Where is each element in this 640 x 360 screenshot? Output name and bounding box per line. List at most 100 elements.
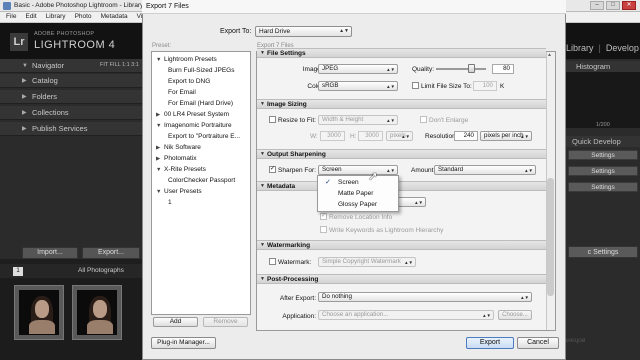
preset-group-lightroom[interactable]: ▼ Lightroom Presets bbox=[156, 56, 217, 63]
menu-edit[interactable]: Edit bbox=[25, 12, 36, 22]
remove-preset-button[interactable]: Remove bbox=[203, 317, 248, 327]
preset-item[interactable]: For Email (Hard Drive) bbox=[168, 100, 233, 107]
amount-select[interactable]: Standard ▲▼ bbox=[434, 165, 536, 175]
after-export-select[interactable]: Do nothing ▲▼ bbox=[318, 292, 532, 302]
mouse-cursor-icon: ➚ bbox=[368, 169, 379, 183]
preset-item[interactable]: Burn Full-Sized JPEGs bbox=[168, 67, 234, 74]
scroll-up-icon[interactable]: ▲ bbox=[547, 52, 552, 58]
settings-button[interactable]: Settings bbox=[568, 182, 638, 192]
maximize-button[interactable]: □ bbox=[606, 1, 620, 10]
resize-mode-select[interactable]: Width & Height ▲▼ bbox=[318, 115, 398, 125]
screen-number-button[interactable]: 1 bbox=[13, 267, 23, 276]
section-metadata[interactable]: ▼ Metadata bbox=[257, 181, 546, 191]
module-develop[interactable]: Develop bbox=[606, 43, 639, 53]
panel-histogram[interactable]: Histogram bbox=[566, 61, 640, 72]
expanded-triangle-icon: ▼ bbox=[260, 183, 265, 189]
scroll-thumb[interactable] bbox=[547, 178, 554, 296]
section-watermarking[interactable]: ▼ Watermarking bbox=[257, 240, 546, 250]
watermark-select[interactable]: Simple Copyright Watermark ▲▼ bbox=[318, 257, 416, 267]
panel-publish-services[interactable]: ▶ Publish Services bbox=[0, 122, 143, 136]
remove-location-checkbox[interactable]: ✓ bbox=[320, 213, 327, 220]
import-button[interactable]: Import... bbox=[22, 247, 78, 259]
sync-settings-button[interactable]: c Settings bbox=[568, 246, 638, 258]
dont-enlarge-checkbox[interactable] bbox=[420, 116, 427, 123]
menu-option-screen[interactable]: ✓ Screen bbox=[318, 177, 398, 188]
preset-item[interactable]: 1 bbox=[168, 199, 172, 206]
minimize-button[interactable]: – bbox=[590, 1, 604, 10]
resolution-input[interactable]: 240 bbox=[454, 131, 478, 141]
sharpen-for-checkbox[interactable]: ✓ bbox=[269, 166, 276, 173]
limit-file-size-checkbox[interactable] bbox=[412, 82, 419, 89]
after-export-label: After Export: bbox=[279, 295, 316, 302]
limit-file-size-input[interactable]: 100 bbox=[473, 81, 497, 91]
menu-library[interactable]: Library bbox=[46, 12, 66, 22]
navigator-zoom-options[interactable]: FIT FILL 1:1 3:1 bbox=[100, 62, 139, 68]
preset-group-photomatix[interactable]: ▶ Photomatix bbox=[156, 155, 197, 162]
settings-button[interactable]: Settings bbox=[568, 150, 638, 160]
quality-slider-knob[interactable] bbox=[468, 64, 475, 73]
panel-folders[interactable]: ▶ Folders bbox=[0, 90, 143, 104]
dropdown-arrow-icon: ▲▼ bbox=[482, 313, 491, 318]
menu-metadata[interactable]: Metadata bbox=[101, 12, 128, 22]
preset-item[interactable]: For Email bbox=[168, 89, 196, 96]
filmstrip-source[interactable]: All Photographs bbox=[78, 267, 124, 274]
menu-option-glossy-paper[interactable]: Glossy Paper bbox=[318, 199, 398, 210]
color-space-select[interactable]: sRGB ▲▼ bbox=[318, 81, 398, 91]
export-to-select[interactable]: Hard Drive ▲▼ bbox=[255, 26, 352, 37]
dropdown-arrow-icon: ▲▼ bbox=[386, 168, 395, 173]
application-select[interactable]: Choose an application... ▲▼ bbox=[318, 310, 494, 320]
preset-group-imagenomic[interactable]: ▼ Imagenomic Portraiture bbox=[156, 122, 232, 129]
portrait-photo bbox=[19, 290, 59, 335]
write-keywords-label: Write Keywords as Lightroom Hierarchy bbox=[329, 227, 444, 234]
filmstrip-thumbnail[interactable] bbox=[14, 285, 64, 340]
preset-group-lr4[interactable]: ▶ 00 LR4 Preset System bbox=[156, 111, 229, 118]
size-units-select[interactable]: pixels ▲▼ bbox=[386, 131, 413, 141]
panel-catalog[interactable]: ▶ Catalog bbox=[0, 74, 143, 88]
close-window-button[interactable]: ✕ bbox=[622, 1, 636, 10]
write-keywords-checkbox[interactable] bbox=[320, 226, 327, 233]
expanded-triangle-icon: ▼ bbox=[260, 151, 265, 157]
export-button-lr[interactable]: Export... bbox=[82, 247, 140, 259]
expand-triangle-icon: ▶ bbox=[22, 110, 27, 116]
dropdown-arrow-icon: ▲▼ bbox=[520, 134, 529, 139]
section-post-processing[interactable]: ▼ Post-Processing bbox=[257, 274, 546, 284]
width-input[interactable]: 3000 bbox=[320, 131, 345, 141]
quality-slider-track[interactable] bbox=[436, 68, 486, 70]
quality-input[interactable]: 80 bbox=[492, 64, 514, 74]
add-preset-button[interactable]: Add bbox=[153, 317, 198, 327]
lightroom-logo: Lr bbox=[10, 33, 28, 51]
menu-file[interactable]: File bbox=[6, 12, 16, 22]
preset-group-nik[interactable]: ▶ Nik Software bbox=[156, 144, 201, 151]
menu-photo[interactable]: Photo bbox=[75, 12, 92, 22]
sharpen-for-select[interactable]: Screen ▲▼ bbox=[318, 165, 398, 175]
menu-option-matte-paper[interactable]: Matte Paper bbox=[318, 188, 398, 199]
cancel-button[interactable]: Cancel bbox=[517, 337, 559, 349]
histogram-graph bbox=[566, 72, 640, 128]
image-format-select[interactable]: JPEG ▲▼ bbox=[318, 64, 398, 74]
choose-application-button[interactable]: Choose... bbox=[498, 310, 532, 320]
filmstrip-thumbnail[interactable] bbox=[72, 285, 122, 340]
export-button[interactable]: Export bbox=[466, 337, 514, 349]
panel-quick-develop[interactable]: Quick Develop bbox=[566, 136, 640, 147]
height-input[interactable]: 3000 bbox=[358, 131, 383, 141]
preset-item[interactable]: ColorChecker Passport bbox=[168, 177, 235, 184]
panel-collections[interactable]: ▶ Collections bbox=[0, 106, 143, 120]
resize-to-fit-checkbox[interactable] bbox=[269, 116, 276, 123]
limit-file-size-label: Limit File Size To: bbox=[421, 83, 472, 90]
preset-group-user[interactable]: ▼ User Presets bbox=[156, 188, 202, 195]
preset-item[interactable]: Export to DNG bbox=[168, 78, 210, 85]
shutter-readout: 1/200 bbox=[596, 122, 610, 128]
plugin-manager-button[interactable]: Plug-in Manager... bbox=[151, 337, 216, 349]
limit-file-size-unit: K bbox=[500, 83, 505, 90]
section-image-sizing[interactable]: ▼ Image Sizing bbox=[257, 99, 546, 109]
module-library[interactable]: Library bbox=[566, 43, 594, 53]
preset-group-xrite[interactable]: ▼ X-Rite Presets bbox=[156, 166, 206, 173]
preset-item[interactable]: Export to "Portraiture E... bbox=[168, 133, 240, 140]
settings-button[interactable]: Settings bbox=[568, 166, 638, 176]
resolution-unit-select[interactable]: pixels per inch ▲▼ bbox=[480, 131, 532, 141]
section-file-settings[interactable]: ▼ File Settings bbox=[257, 48, 546, 58]
expanded-triangle-icon: ▼ bbox=[156, 123, 162, 129]
section-output-sharpening[interactable]: ▼ Output Sharpening bbox=[257, 149, 546, 159]
watermark-checkbox[interactable] bbox=[269, 258, 276, 265]
watermark-label: Watermark: bbox=[278, 259, 312, 266]
